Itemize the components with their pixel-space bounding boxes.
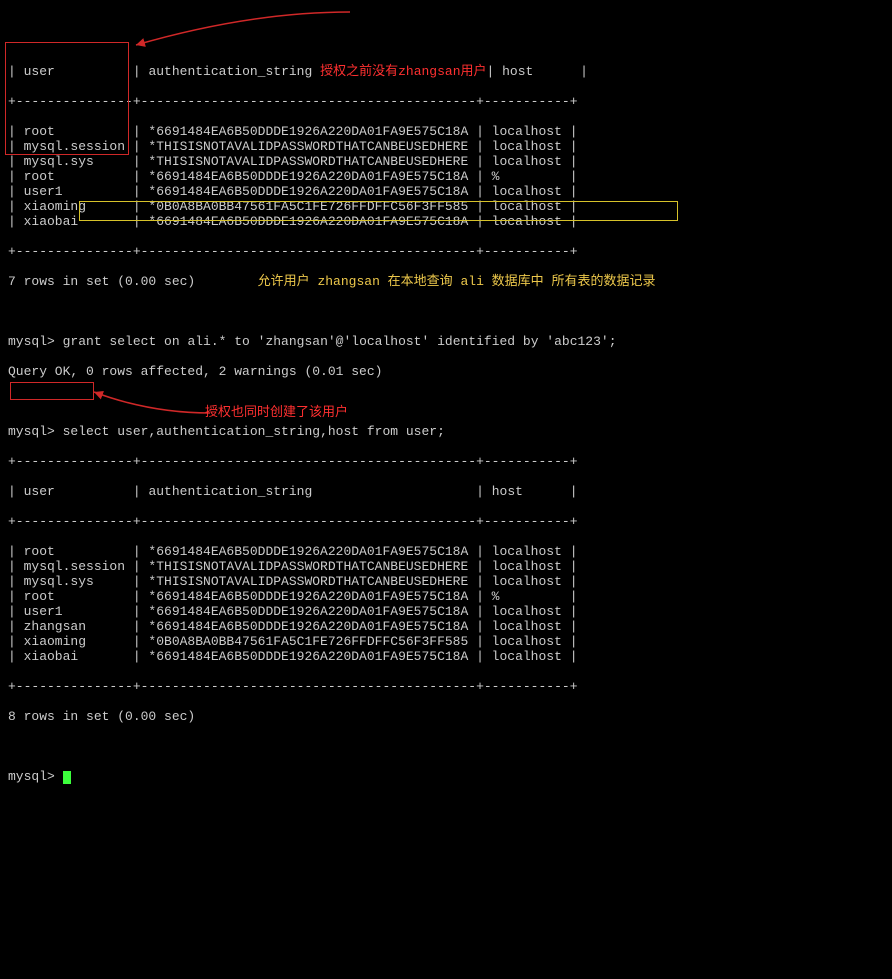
grant-command: grant select on ali.* to 'zhangsan'@'loc… xyxy=(63,334,617,349)
table-row: | zhangsan | *6691484EA6B50DDDE1926A220D… xyxy=(8,619,884,634)
arrow-annotation-before xyxy=(130,10,360,50)
annotation-before: 授权之前没有zhangsan用户 xyxy=(320,64,486,79)
table-row: | mysql.session | *THISISNOTAVALIDPASSWO… xyxy=(8,559,884,574)
table-row: | user1 | *6691484EA6B50DDDE1926A220DA01… xyxy=(8,184,884,199)
annotation-created: 授权也同时创建了该用户 xyxy=(205,405,348,420)
table2-sep-mid: +---------------+-----------------------… xyxy=(8,514,884,529)
table-row: | root | *6691484EA6B50DDDE1926A220DA01F… xyxy=(8,544,884,559)
select-command: select user,authentication_string,host f… xyxy=(63,424,445,439)
grant-line[interactable]: mysql> grant select on ali.* to 'zhangsa… xyxy=(8,334,884,349)
table-row: | xiaoming | *0B0A8BA0BB47561FA5C1FE726F… xyxy=(8,199,884,214)
table-row: | root | *6691484EA6B50DDDE1926A220DA01F… xyxy=(8,589,884,604)
rows1-count: 7 rows in set (0.00 sec) 允许用户 zhangsan 在… xyxy=(8,274,884,289)
prompt-line[interactable]: mysql> xyxy=(8,769,884,784)
select-line[interactable]: mysql> select user,authentication_string… xyxy=(8,424,884,439)
table-row: | root | *6691484EA6B50DDDE1926A220DA01F… xyxy=(8,169,884,184)
table-row: | mysql.session | *THISISNOTAVALIDPASSWO… xyxy=(8,139,884,154)
table-row: | xiaoming | *0B0A8BA0BB47561FA5C1FE726F… xyxy=(8,634,884,649)
table-row: | mysql.sys | *THISISNOTAVALIDPASSWORDTH… xyxy=(8,574,884,589)
table1-sep: +---------------+-----------------------… xyxy=(8,94,884,109)
table2-header: | user | authentication_string | host | xyxy=(8,484,884,499)
table-row: | mysql.sys | *THISISNOTAVALIDPASSWORDTH… xyxy=(8,154,884,169)
table-row: | root | *6691484EA6B50DDDE1926A220DA01F… xyxy=(8,124,884,139)
table2-sep-bottom: +---------------+-----------------------… xyxy=(8,679,884,694)
table1-header: | user | authentication_string 授权之前没有zha… xyxy=(8,64,884,79)
table-row: | xiaobai | *6691484EA6B50DDDE1926A220DA… xyxy=(8,649,884,664)
annotation-allow: 允许用户 zhangsan 在本地查询 ali 数据库中 所有表的数据记录 xyxy=(258,274,656,289)
table1-sep-bottom: +---------------+-----------------------… xyxy=(8,244,884,259)
table-row: | user1 | *6691484EA6B50DDDE1926A220DA01… xyxy=(8,604,884,619)
table2-sep-top: +---------------+-----------------------… xyxy=(8,454,884,469)
cursor xyxy=(63,771,71,784)
table-row: | xiaobai | *6691484EA6B50DDDE1926A220DA… xyxy=(8,214,884,229)
rows2-count: 8 rows in set (0.00 sec) xyxy=(8,709,884,724)
grant-result: Query OK, 0 rows affected, 2 warnings (0… xyxy=(8,364,884,379)
